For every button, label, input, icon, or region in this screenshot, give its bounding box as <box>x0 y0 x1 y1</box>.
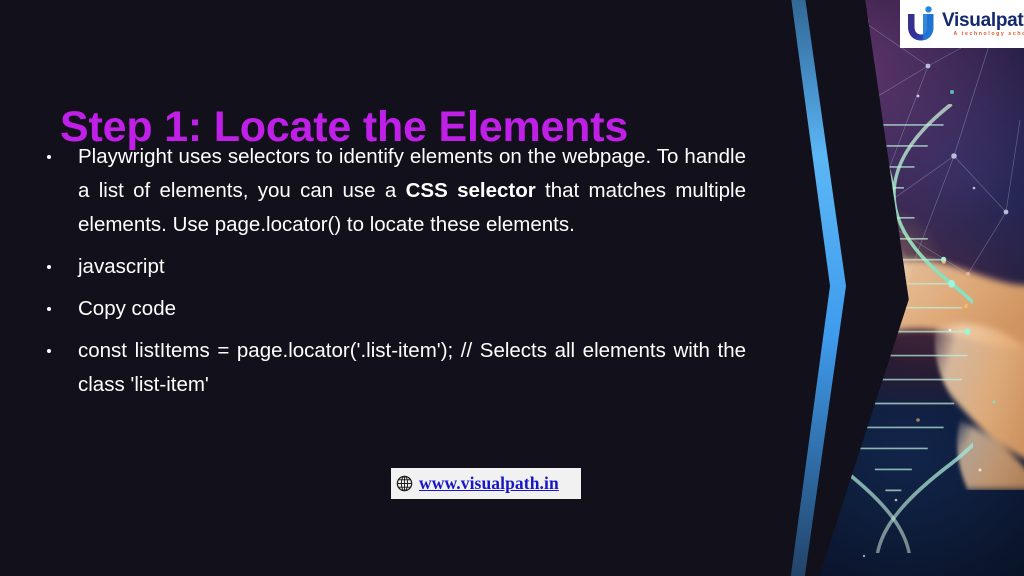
website-url-text[interactable]: www.visualpath.in <box>419 473 559 494</box>
logo-tagline: A technology school <box>953 30 1024 37</box>
website-link[interactable]: www.visualpath.in <box>391 468 581 499</box>
visualpath-logo-text: Visualpath A technology school <box>942 11 1024 37</box>
dna-technology-artwork <box>819 0 1024 576</box>
bullet-intro: Playwright uses selectors to identify el… <box>34 140 746 242</box>
visualpath-logo: Visualpath A technology school <box>900 0 1024 48</box>
bullet-code-snippet: const listItems = page.locator('.list-it… <box>34 334 746 402</box>
globe-icon <box>396 475 413 492</box>
logo-name: Visualpath <box>942 9 1024 31</box>
bullet-language: javascript <box>34 250 746 284</box>
content-bullet-list: Playwright uses selectors to identify el… <box>34 140 746 410</box>
slide-root: Visualpath A technology school Step 1: L… <box>0 0 1024 576</box>
bullet-text: const listItems = page.locator('.list-it… <box>78 339 746 396</box>
emphasis-text: CSS selector <box>405 179 536 202</box>
sparkle-particles <box>824 90 996 558</box>
bullet-text: javascript <box>78 255 165 278</box>
bullet-text: Copy code <box>78 297 177 320</box>
bullet-copy-code: Copy code <box>34 292 746 326</box>
visualpath-v-logo-icon <box>908 6 934 41</box>
